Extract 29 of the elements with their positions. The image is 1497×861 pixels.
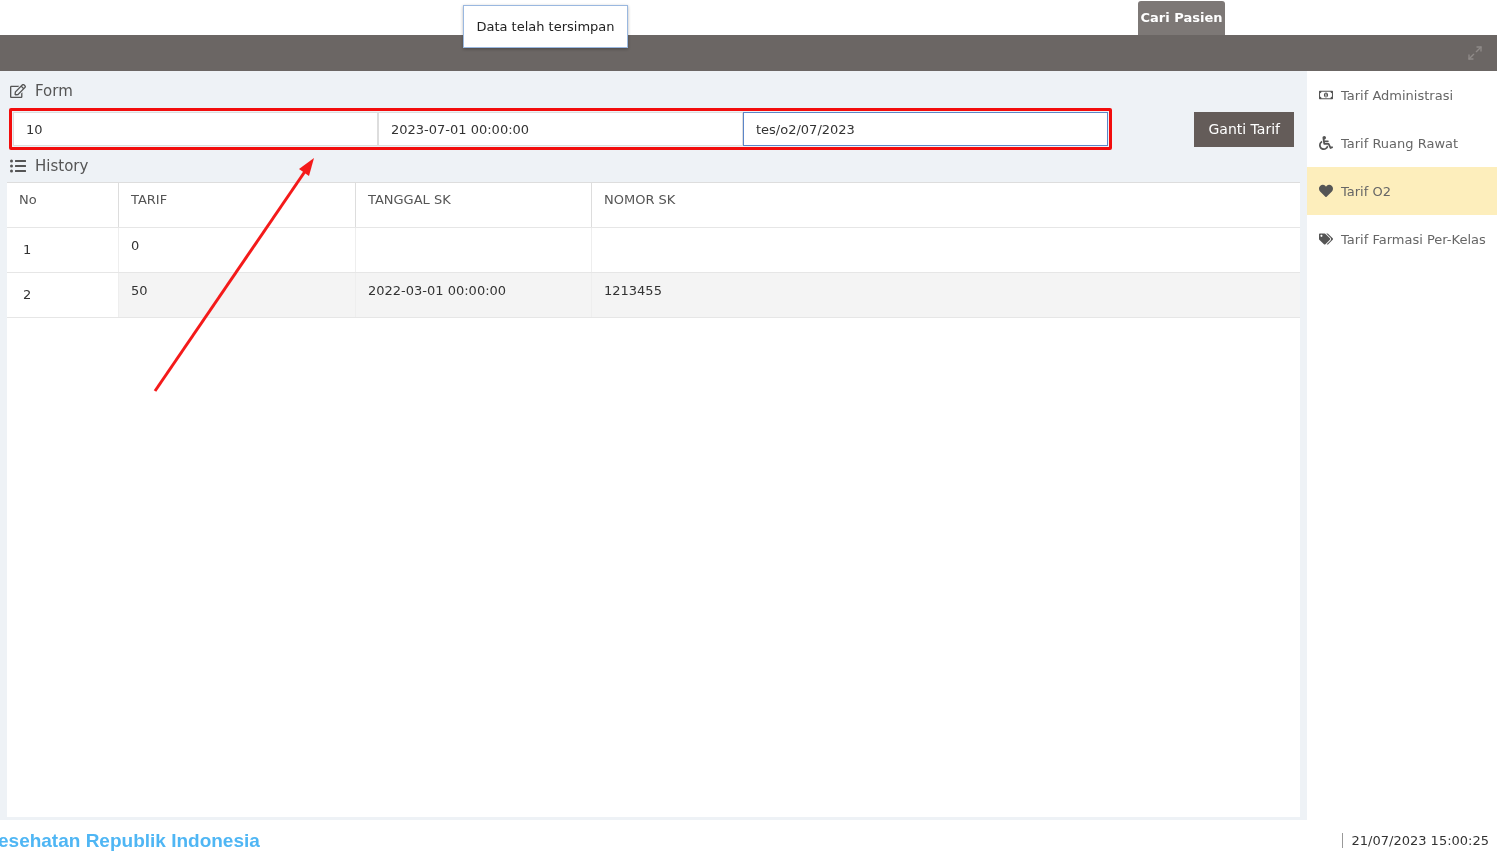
sidebar-item[interactable]: Tarif O2 xyxy=(1307,167,1497,215)
table-cell: 50 xyxy=(118,273,355,317)
column-header: TANGGAL SK xyxy=(355,183,591,227)
toast-message: Data telah tersimpan xyxy=(463,5,628,48)
column-header: No xyxy=(18,191,38,209)
table-cell: 1213455 xyxy=(591,273,1300,317)
history-title: History xyxy=(35,158,89,174)
form-title: Form xyxy=(35,83,73,99)
table-cell: 0 xyxy=(118,228,355,272)
input-field[interactable]: 10 xyxy=(13,112,378,146)
table-cell: 2022-03-01 00:00:00 xyxy=(355,273,591,317)
table-cell: 2 xyxy=(7,273,118,317)
column-header: NOMOR SK xyxy=(591,183,1300,227)
column-header: TARIF xyxy=(118,183,355,227)
input-field[interactable]: 2023-07-01 00:00:00 xyxy=(378,112,743,146)
sidebar-item[interactable]: Tarif Ruang Rawat xyxy=(1307,119,1497,167)
expand-icon[interactable] xyxy=(1467,45,1483,61)
ganti-tarif-button[interactable]: Ganti Tarif xyxy=(1194,111,1294,147)
input-field[interactable]: tes/o2/07/2023 xyxy=(743,112,1108,146)
money-icon xyxy=(1319,88,1333,102)
datetime: 21/07/2023 15:00:25 xyxy=(1341,833,1489,848)
tags-icon xyxy=(1319,232,1333,246)
cari-pasien-button[interactable]: Cari Pasien xyxy=(1138,1,1225,35)
sidebar-item[interactable]: Tarif Administrasi xyxy=(1307,71,1497,119)
edit-icon xyxy=(10,83,26,99)
heart-icon xyxy=(1319,184,1333,198)
wheelchair-icon xyxy=(1319,136,1333,150)
sidebar-item[interactable]: Tarif Farmasi Per-Kelas xyxy=(1307,215,1497,263)
list-icon xyxy=(10,158,26,174)
